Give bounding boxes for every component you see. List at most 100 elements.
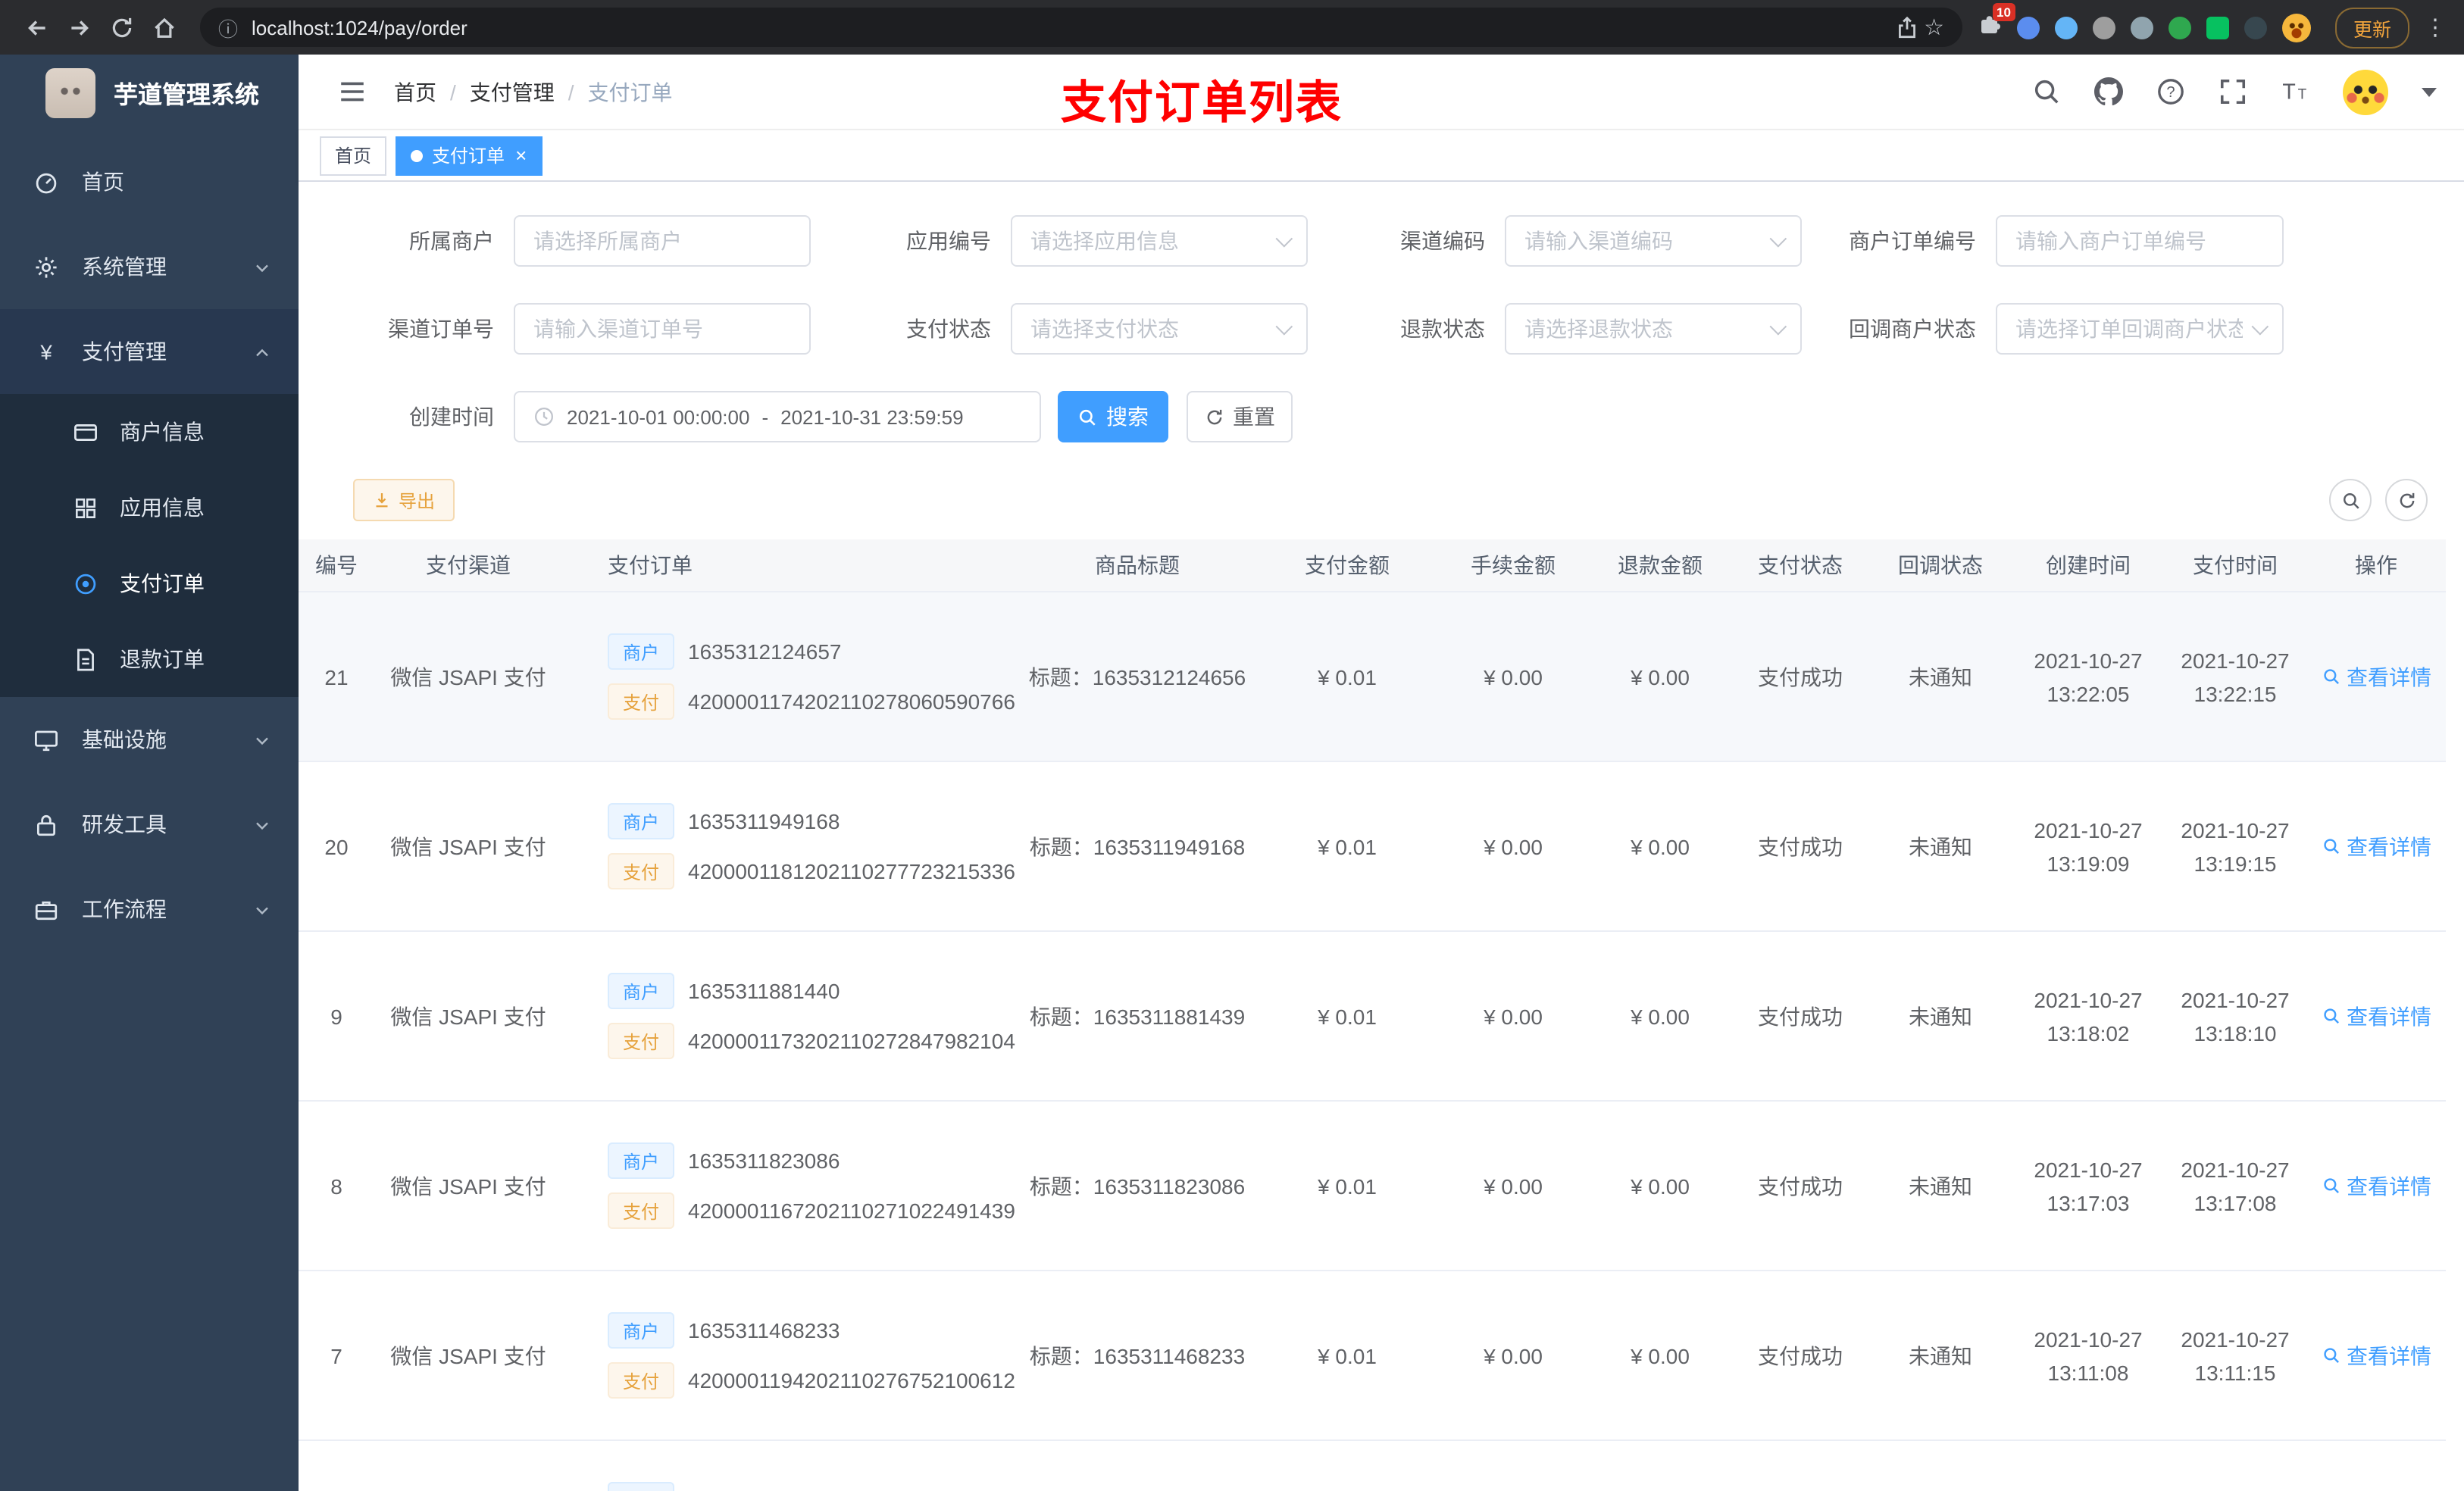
browser-home-icon[interactable]	[142, 6, 185, 48]
sidebar-item-merchant-info[interactable]: 商户信息	[0, 394, 299, 470]
sidebar-item-home[interactable]: 首页	[0, 139, 299, 224]
extension-icon[interactable]	[2168, 16, 2191, 39]
merchant-order-no-filter-input[interactable]	[1996, 215, 2284, 267]
tab-home[interactable]: 首页	[320, 136, 387, 175]
export-button[interactable]: 导出	[353, 479, 455, 521]
browser-reload-icon[interactable]	[100, 6, 142, 48]
product-title-cell: 标题：1635312124656	[1028, 664, 1246, 689]
monitor-icon	[33, 727, 59, 752]
pay-order-cell: 商户 1635311949168 支付 42000011812021102777…	[562, 762, 1018, 930]
pay-order-tag: 支付	[608, 853, 675, 889]
column-header-channel: 支付渠道	[426, 553, 511, 577]
extension-icon[interactable]	[2092, 16, 2115, 39]
refund-status-filter-label: 退款状态	[1400, 317, 1485, 341]
sidebar-toggle-icon[interactable]	[338, 77, 367, 106]
browser-menu-icon[interactable]: ⋮	[2422, 14, 2449, 41]
table-row[interactable]: 7 微信 JSAPI 支付 商户 1635311468233 支付 420000…	[299, 1271, 2446, 1441]
extension-icon[interactable]	[2054, 16, 2078, 39]
dashboard-icon	[33, 169, 59, 195]
extension-icon[interactable]	[2130, 16, 2153, 39]
app-logo	[45, 67, 95, 117]
sidebar-item-infra[interactable]: 基础设施	[0, 697, 299, 782]
browser-back-icon[interactable]	[15, 6, 58, 48]
refresh-table-button[interactable]	[2385, 479, 2428, 521]
document-icon	[73, 646, 98, 672]
search-button[interactable]: 搜索	[1058, 391, 1168, 442]
merchant-order-tag: 商户	[608, 1142, 675, 1179]
sidebar-item-refund-order[interactable]: 退款订单	[0, 621, 299, 697]
sidebar-item-payment[interactable]: ¥ 支付管理	[0, 309, 299, 394]
github-icon[interactable]	[2094, 77, 2123, 106]
share-icon[interactable]	[1890, 11, 1924, 44]
sidebar-item-app-info[interactable]: 应用信息	[0, 470, 299, 545]
breadcrumb-section[interactable]: 支付管理	[470, 77, 555, 107]
help-icon[interactable]: ?	[2156, 77, 2185, 106]
view-detail-link[interactable]: 查看详情	[2321, 1340, 2431, 1371]
app-filter-select[interactable]: 请选择应用信息	[1011, 215, 1308, 267]
extensions-cluster: 10	[1978, 2, 2311, 43]
merchant-order-no: 1635311881440	[688, 979, 840, 1003]
header-actions: ? TT	[2032, 69, 2464, 114]
browser-profile-avatar[interactable]	[2281, 13, 2311, 42]
channel-pay-order-no: 4200001174202110278060590766	[688, 689, 1015, 714]
avatar-dropdown-caret[interactable]	[2422, 87, 2437, 96]
create-time-range-pic​ker[interactable]: 2021-10-01 00:00:00 - 2021-10-31 23:59:5…	[514, 391, 1041, 442]
pay-status-cell: 支付成功	[1758, 834, 1843, 858]
product-title-cell: 标题：1635311881439	[1029, 1004, 1246, 1028]
url-bar[interactable]: ⓘ localhost:1024/pay/order ☆	[200, 8, 1962, 47]
pay-status-filter-select[interactable]: 请选择支付状态	[1011, 303, 1308, 355]
tab-pay-order[interactable]: 支付订单 ×	[396, 136, 543, 175]
sidebar-item-system[interactable]: 系统管理	[0, 224, 299, 309]
extension-icon[interactable]	[2016, 16, 2040, 39]
table-row[interactable]: 8 微信 JSAPI 支付 商户 1635311823086 支付 420000…	[299, 1102, 2446, 1271]
table-row[interactable]: 21 微信 JSAPI 支付 商户 1635312124657 支付 42000…	[299, 592, 2446, 762]
tags-view-bar: 首页 支付订单 ×	[299, 130, 2464, 182]
pay-order-cell: 商户 1635311468233 支付 42000011942021102767…	[562, 1271, 1018, 1439]
column-header-order: 支付订单	[608, 553, 693, 577]
merchant-order-no: 1635311468233	[688, 1318, 840, 1343]
notify-status-cell: 未通知	[1909, 834, 1972, 858]
channel-order-no-filter-input[interactable]	[514, 303, 811, 355]
table-row[interactable]: 9 微信 JSAPI 支付 商户 1635311881440 支付 420000…	[299, 932, 2446, 1102]
view-detail-link[interactable]: 查看详情	[2321, 1001, 2431, 1031]
refund-amount-cell: ¥ 0.00	[1631, 1343, 1690, 1368]
notify-status-filter-select[interactable]: 请选择订单回调商户状态	[1996, 303, 2284, 355]
breadcrumb-home[interactable]: 首页	[394, 77, 436, 107]
font-size-icon[interactable]: TT	[2281, 77, 2309, 106]
sidebar-item-pay-order[interactable]: 支付订单	[0, 545, 299, 621]
extensions-puzzle-icon[interactable]: 10	[1978, 2, 2015, 43]
fullscreen-icon[interactable]	[2219, 77, 2247, 106]
refund-status-filter-select[interactable]: 请选择退款状态	[1505, 303, 1802, 355]
sidebar-menu: 首页 系统管理 ¥ 支付管理 商户信息 应用信息 支付订单 退款订单 基础设施 …	[0, 130, 299, 952]
view-detail-link[interactable]: 查看详情	[2321, 661, 2431, 692]
sidebar-item-dev-tools[interactable]: 研发工具	[0, 782, 299, 867]
table-body: 21 微信 JSAPI 支付 商户 1635312124657 支付 42000…	[299, 592, 2446, 1491]
briefcase-icon	[33, 896, 59, 922]
view-detail-link[interactable]: 查看详情	[2321, 1171, 2431, 1201]
view-detail-link[interactable]: 查看详情	[2321, 831, 2431, 861]
show-search-toggle-button[interactable]	[2329, 479, 2372, 521]
extension-icon[interactable]	[2244, 16, 2267, 39]
browser-update-button[interactable]: 更新	[2334, 7, 2409, 48]
table-row[interactable]: 商户 1635311151736 支付	[299, 1441, 2446, 1491]
extension-icon[interactable]	[2206, 16, 2229, 39]
sidebar-item-workflow[interactable]: 工作流程	[0, 867, 299, 952]
pay-order-cell: 商户 1635311823086 支付 42000011672021102710…	[562, 1102, 1018, 1270]
channel-code-filter-select[interactable]: 请输入渠道编码	[1505, 215, 1802, 267]
create-time-cell: 2021-10-27 13:22:05	[2034, 648, 2143, 705]
user-avatar[interactable]	[2343, 69, 2388, 114]
close-icon[interactable]: ×	[515, 144, 527, 167]
browser-forward-icon[interactable]	[58, 6, 100, 48]
search-icon[interactable]	[2032, 77, 2061, 106]
merchant-filter-input[interactable]	[514, 215, 811, 267]
pay-order-table: 编号 支付渠道 支付订单 商品标题 支付金额 手续金额 退款金额 支付状态 回调…	[299, 539, 2446, 1491]
table-row[interactable]: 20 微信 JSAPI 支付 商户 1635311949168 支付 42000…	[299, 762, 2446, 932]
svg-text:T: T	[2298, 87, 2307, 103]
notify-status-cell: 未通知	[1909, 1174, 1972, 1198]
grid-icon	[73, 495, 98, 520]
bookmark-star-icon[interactable]: ☆	[1924, 14, 1944, 41]
reset-button[interactable]: 重置	[1187, 391, 1293, 442]
site-info-icon[interactable]: ⓘ	[218, 13, 238, 42]
pay-order-tag: 支付	[608, 683, 675, 720]
product-title-cell: 标题：1635311823086	[1029, 1174, 1246, 1198]
